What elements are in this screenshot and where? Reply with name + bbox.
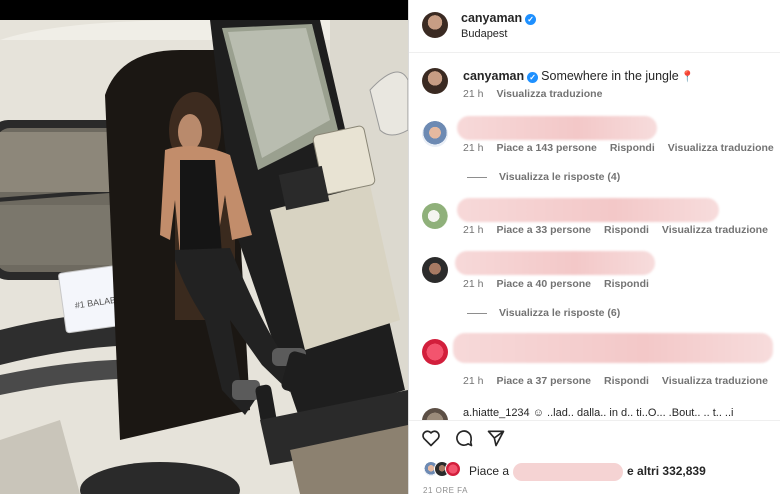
comment-text-redacted: [457, 198, 719, 222]
caption-avatar[interactable]: [422, 68, 448, 94]
caption-text: Somewhere in the jungle: [541, 69, 679, 83]
likes-summary[interactable]: Piace a e altri 332,839: [469, 463, 706, 481]
comment-meta: 21 h Piace a 40 persone Rispondi: [463, 278, 662, 290]
comment-translate-link[interactable]: Visualizza traduzione: [668, 142, 774, 154]
comment-likes[interactable]: Piace a 37 persone: [496, 375, 591, 387]
view-replies-label[interactable]: Visualizza le risposte (4): [499, 171, 620, 183]
caption-time: 21 h: [463, 88, 484, 100]
liker-name-redacted[interactable]: [513, 463, 624, 481]
comment-avatar[interactable]: [422, 408, 448, 420]
comment-translate-link[interactable]: Visualizza traduzione: [662, 224, 768, 236]
comment-text-redacted: [457, 116, 657, 140]
comment-time: 21 h: [463, 224, 484, 236]
verified-badge-icon: ✓: [525, 14, 537, 25]
view-replies[interactable]: Visualizza le risposte (6): [467, 307, 620, 319]
partial-comment-text: a.hiatte_1234 ☺ ..lad.. dalla.. in d.. t…: [463, 407, 734, 419]
comment-text-redacted: [455, 251, 655, 275]
heart-icon[interactable]: [421, 428, 441, 448]
comment-icon[interactable]: [454, 428, 474, 448]
post-date: 21 ORE FA: [423, 486, 468, 494]
pin-icon: 📍: [680, 71, 695, 83]
comment-likes[interactable]: Piace a 40 persone: [496, 278, 591, 290]
comment-avatar[interactable]: [422, 257, 448, 283]
header-author-name[interactable]: canyaman: [461, 11, 522, 25]
photo-illustration: #1 BALABAN: [0, 20, 408, 494]
send-icon[interactable]: [486, 428, 506, 448]
comment-likes[interactable]: Piace a 33 persone: [496, 224, 591, 236]
caption-translate-link[interactable]: Visualizza traduzione: [496, 88, 602, 100]
caption: canyaman ✓ Somewhere in the jungle 📍: [463, 69, 694, 83]
comment-meta: 21 h Piace a 33 persone Rispondi Visualizza…: [463, 224, 780, 236]
likes-suffix: e altri: [627, 464, 660, 479]
comment-avatar[interactable]: [422, 121, 448, 147]
view-replies-label[interactable]: Visualizza le risposte (6): [499, 307, 620, 319]
post-photo[interactable]: #1 BALABAN: [0, 20, 408, 494]
actions-divider: [409, 420, 780, 421]
replies-dash: [467, 176, 487, 178]
header-author[interactable]: canyaman ✓: [461, 11, 537, 25]
comment-text-redacted: [453, 333, 773, 363]
comment-reply-link[interactable]: Rispondi: [604, 278, 649, 290]
comment-meta: 21 h Piace a 37 persone Rispondi Visualizza…: [463, 375, 780, 387]
comment-time: 21 h: [463, 142, 484, 154]
replies-dash: [467, 312, 487, 314]
comment-reply-link[interactable]: Rispondi: [604, 224, 649, 236]
likes-prefix: Piace a: [469, 464, 510, 479]
comment-reply-link[interactable]: Rispondi: [604, 375, 649, 387]
likes-count[interactable]: 332,839: [662, 464, 705, 478]
comment-reply-link[interactable]: Rispondi: [610, 142, 655, 154]
comment-time: 21 h: [463, 375, 484, 387]
comment-meta: 21 h Piace a 143 persone Rispondi Visualizz…: [463, 142, 780, 154]
comment-translate-link[interactable]: Visualizza traduzione: [662, 375, 768, 387]
post-details-panel: canyaman ✓ Budapest canyaman ✓ Somewhere in…: [408, 0, 780, 494]
partial-comment-row: a.hiatte_1234 ☺ ..lad.. dalla.. in d.. t…: [409, 405, 780, 420]
caption-meta: 21 h Visualizza traduzione: [463, 88, 615, 100]
comment-likes[interactable]: Piace a 143 persone: [496, 142, 596, 154]
post-location[interactable]: Budapest: [461, 28, 507, 40]
comment-avatar[interactable]: [422, 203, 448, 229]
header-divider: [409, 52, 780, 53]
verified-badge-icon: ✓: [527, 72, 539, 83]
top-black-band: [0, 0, 408, 20]
caption-author[interactable]: canyaman: [463, 69, 524, 83]
comment-time: 21 h: [463, 278, 484, 290]
liker-avatar[interactable]: [445, 461, 461, 477]
comment-avatar[interactable]: [422, 339, 448, 365]
view-replies[interactable]: Visualizza le risposte (4): [467, 171, 620, 183]
author-avatar[interactable]: [422, 12, 448, 38]
